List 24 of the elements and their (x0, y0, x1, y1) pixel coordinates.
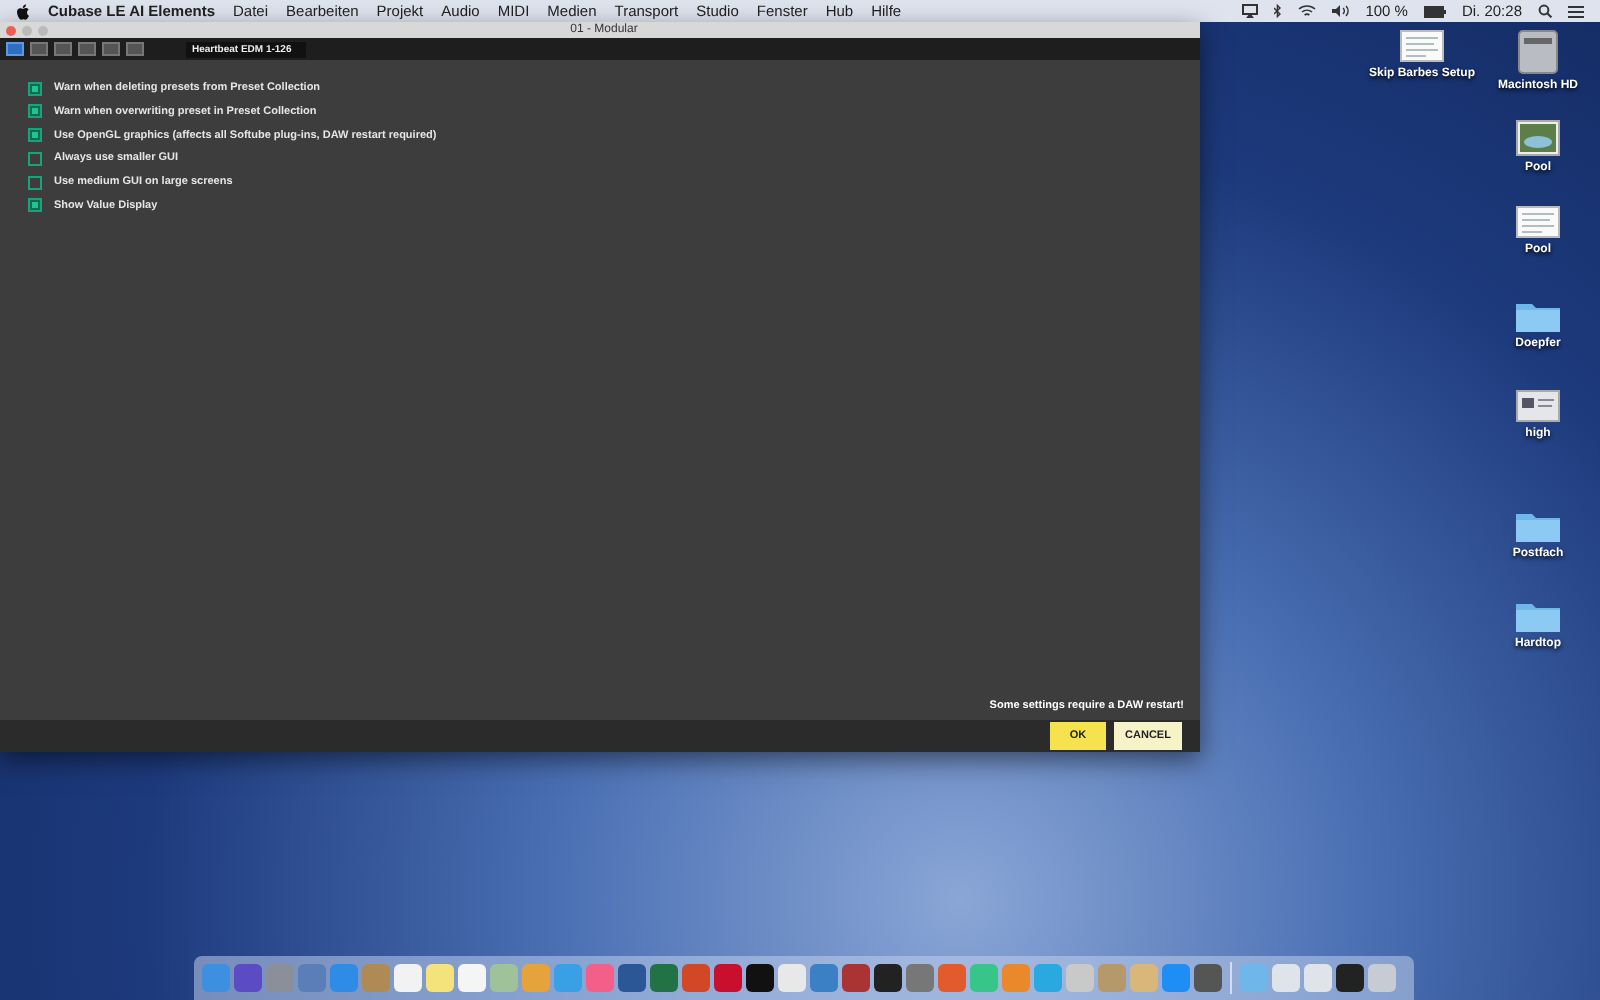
zoom-icon[interactable] (38, 25, 48, 35)
battery-icon[interactable] (1423, 5, 1446, 17)
checkbox[interactable] (28, 151, 42, 166)
checkbox[interactable] (28, 198, 42, 213)
bluetooth-icon[interactable] (1273, 4, 1282, 18)
hard-drive-icon[interactable] (1518, 30, 1558, 74)
photo-file-icon[interactable] (1516, 120, 1560, 156)
airplay-icon[interactable] (1241, 4, 1258, 18)
checkbox[interactable] (28, 104, 42, 119)
checkbox[interactable] (28, 81, 42, 96)
volume-icon[interactable] (1331, 4, 1350, 18)
app-icon[interactable] (874, 964, 902, 992)
menu-icon[interactable] (1568, 5, 1584, 17)
minimize-icon[interactable] (22, 25, 32, 35)
search-icon[interactable] (1538, 4, 1552, 18)
app-icon[interactable] (746, 964, 774, 992)
apple-icon[interactable] (16, 3, 30, 19)
document-icon[interactable] (1516, 206, 1560, 238)
wifi-icon[interactable] (1297, 4, 1316, 18)
checkbox[interactable] (28, 128, 42, 143)
document-icon[interactable] (1400, 30, 1444, 62)
checkbox[interactable] (28, 175, 42, 190)
close-icon[interactable] (6, 25, 16, 35)
screenshot-file-icon[interactable] (1516, 390, 1560, 422)
